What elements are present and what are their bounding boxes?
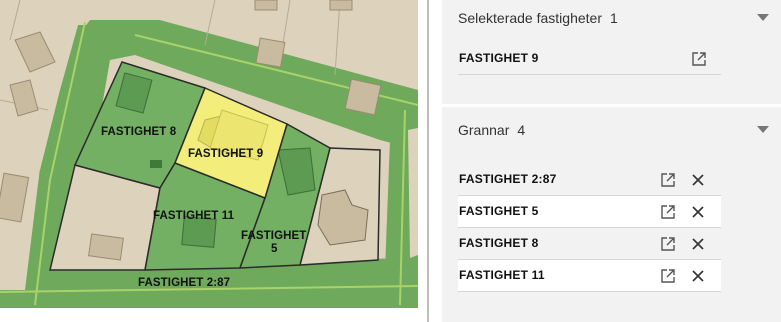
neighbour-item-label: FASTIGHET 11 [459,268,545,282]
selected-item-label: FASTIGHET 9 [459,51,539,65]
selected-count: 1 [609,10,618,26]
neighbour-item-label: FASTIGHET 2:87 [459,172,557,186]
map-view[interactable]: FASTIGHET 8 FASTIGHET 9 FASTIGHET 11 FAS… [0,0,427,322]
selected-panel-header[interactable]: Selekterade fastigheter 1 [458,10,618,26]
chevron-down-icon[interactable] [757,126,769,133]
pane-divider[interactable] [427,0,429,322]
map-label-fastighet-9: FASTIGHET 9 [188,148,264,160]
open-external-icon[interactable] [659,203,677,221]
neighbours-count: 4 [517,122,526,138]
open-external-icon[interactable] [690,50,708,68]
close-icon[interactable] [689,203,707,221]
map-label-fastighet-5-line2: 5 [271,243,278,255]
neighbours-panel-header[interactable]: Grannar 4 [458,122,525,138]
map-canvas[interactable] [0,0,427,322]
close-icon[interactable] [689,235,707,253]
neighbours-panel: Grannar 4 FASTIGHET 2:87 FASTIGHET 5 FAST… [442,107,781,322]
map-label-fastighet-11: FASTIGHET 11 [153,210,235,222]
map-label-fastighet-5-line1: FASTIGHET [241,230,307,242]
selected-item[interactable]: FASTIGHET 9 [458,43,721,75]
map-label-fastighet-8: FASTIGHET 8 [101,126,177,138]
open-external-icon[interactable] [659,235,677,253]
open-external-icon[interactable] [659,267,677,285]
neighbours-panel-title: Grannar [458,122,510,138]
neighbour-item-label: FASTIGHET 5 [459,204,539,218]
close-icon[interactable] [689,171,707,189]
neighbour-item-label: FASTIGHET 8 [459,236,539,250]
map-label-fastighet-2-87: FASTIGHET 2:87 [138,277,231,289]
selected-panel-title: Selekterade fastigheter [458,10,602,26]
close-icon[interactable] [689,267,707,285]
neighbour-item[interactable]: FASTIGHET 2:87 [458,164,721,196]
neighbour-item[interactable]: FASTIGHET 5 [458,196,721,228]
selected-properties-panel: Selekterade fastigheter 1 FASTIGHET 9 [442,0,781,104]
neighbour-item[interactable]: FASTIGHET 8 [458,228,721,260]
chevron-down-icon[interactable] [757,14,769,21]
open-external-icon[interactable] [659,171,677,189]
neighbour-item[interactable]: FASTIGHET 11 [458,260,721,292]
